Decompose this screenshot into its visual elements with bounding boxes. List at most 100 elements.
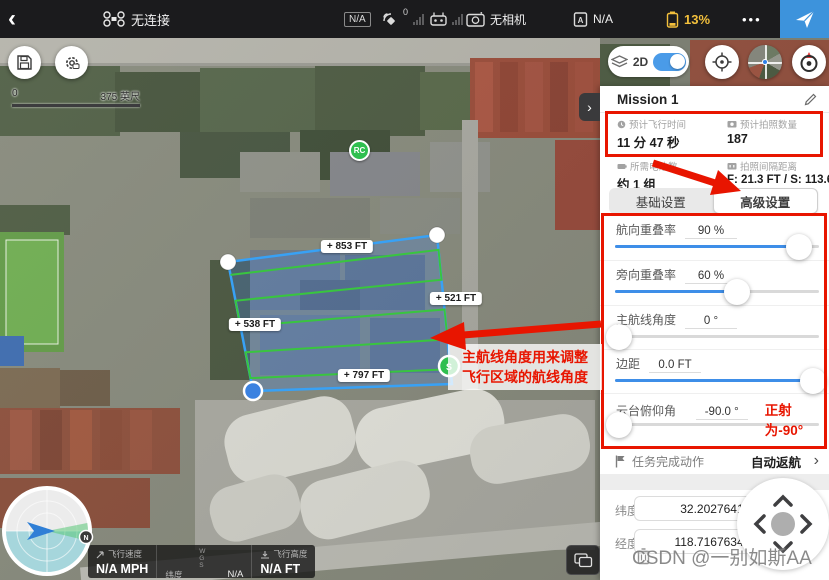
collapse-chevron-icon: › xyxy=(587,99,592,115)
heading-overlap-slider[interactable] xyxy=(615,245,819,248)
save-icon xyxy=(16,54,33,71)
stat-label: 预计拍照数量 xyxy=(740,117,797,131)
locate-button[interactable] xyxy=(705,45,739,79)
mission-panel: › Mission 1 预计飞行时间 11 分 47 秒 预计拍照数量 187 … xyxy=(600,86,829,580)
mission-title: Mission 1 xyxy=(617,92,679,107)
dpad-center-handle[interactable] xyxy=(771,512,795,536)
route-angle-slider[interactable] xyxy=(615,335,819,338)
settings-button[interactable] xyxy=(55,46,88,79)
margin-slider[interactable] xyxy=(615,379,819,382)
edge-length-label: + 797 FT xyxy=(338,369,390,382)
slider-label: 边距 xyxy=(616,355,640,372)
gps-signal-bars xyxy=(413,14,424,25)
telemetry-lat-label: 纬度 xyxy=(165,569,182,580)
map-scale: 0 375 英尺 xyxy=(12,88,140,107)
chevron-right-icon: › xyxy=(814,452,819,470)
battery-count-icon xyxy=(617,162,627,171)
slider-value-field[interactable]: -90.0 ° xyxy=(696,406,748,420)
edge-length-label: + 521 FT xyxy=(430,292,482,305)
map-style-button[interactable] xyxy=(566,545,600,575)
speed-label: 飞行速度 xyxy=(108,548,142,560)
speed-icon xyxy=(96,550,105,559)
back-button[interactable]: ‹ xyxy=(8,0,16,38)
speed-value: N/A MPH xyxy=(96,562,148,576)
slider-thumb[interactable] xyxy=(724,279,750,305)
edge-length-label: + 853 FT xyxy=(321,240,373,253)
dpad-right-icon[interactable] xyxy=(802,516,810,532)
rc-marker-label: RC xyxy=(354,146,366,155)
flag-icon xyxy=(615,455,626,468)
compass-icon xyxy=(797,50,821,74)
minimap-button[interactable] xyxy=(748,45,782,79)
finish-action-value: 自动返航 xyxy=(751,452,801,471)
compass-button[interactable] xyxy=(792,45,826,79)
slider-label: 航向重叠率 xyxy=(616,221,676,238)
battery-percent: 13% xyxy=(684,12,710,27)
side-overlap-slider[interactable] xyxy=(615,290,819,293)
stat-value: 11 分 47 秒 xyxy=(617,132,680,151)
aircraft-connection-status: 无连接 xyxy=(102,0,170,38)
camera-status-indicator: 无相机 xyxy=(466,0,526,38)
stat-label: 拍照间隔距离 xyxy=(740,159,797,173)
minimap-location-dot xyxy=(762,59,768,65)
slider-value-field[interactable]: 0 ° xyxy=(685,315,737,329)
slider-thumb[interactable] xyxy=(786,234,812,260)
rc-signal-bars xyxy=(452,14,463,25)
slider-thumb[interactable] xyxy=(606,412,632,438)
stat-value: 187 xyxy=(727,132,748,146)
scale-bar xyxy=(12,104,140,107)
crosshair-icon xyxy=(712,52,732,72)
satellite-icon xyxy=(382,12,398,27)
edit-mission-button[interactable] xyxy=(804,93,817,111)
gps-coords-section: WGS 纬度N/A 经度N/A xyxy=(156,545,251,578)
slider-label: 旁向重叠率 xyxy=(616,266,676,283)
tab-basic-settings[interactable]: 基础设置 xyxy=(609,188,713,214)
gps-count: 0 xyxy=(403,7,408,17)
pencil-icon xyxy=(804,93,817,106)
telemetry-bar: 飞行速度 N/A MPH WGS 纬度N/A 经度N/A 飞行高度 N/A FT xyxy=(88,545,315,578)
finish-action-row[interactable]: 任务完成动作 自动返航 › xyxy=(600,448,829,474)
flight-mode-indicator: N/A xyxy=(344,0,371,38)
photo-count-icon xyxy=(727,120,737,128)
stat-battery-count: 所需电池数 xyxy=(617,159,678,173)
altitude-icon xyxy=(260,550,270,559)
edge-length-label: + 538 FT xyxy=(229,318,281,331)
map-layers-icon xyxy=(574,553,593,568)
slider-thumb[interactable] xyxy=(800,368,826,394)
start-fly-button[interactable] xyxy=(780,0,829,38)
stat-value: F: 21.3 FT / S: 113.6 FT xyxy=(727,174,829,186)
stat-label: 预计飞行时间 xyxy=(629,117,686,131)
slider-row-gimbal-pitch: 云台俯仰角度 -90.0 ° 正射为-90° xyxy=(600,394,829,442)
map-mode-pill: 2D xyxy=(608,46,689,77)
top-status-bar: ‹ 无连接 N/A 0 xyxy=(0,0,829,38)
camera-status-label: 无相机 xyxy=(490,11,526,28)
slider-value-field[interactable]: 90 % xyxy=(685,225,737,239)
gps-indicator: 0 xyxy=(382,0,424,38)
tab-advanced-settings[interactable]: 高级设置 xyxy=(713,188,819,214)
slider-value-field[interactable]: 0.0 FT xyxy=(649,359,701,373)
telemetry-lat-value: N/A xyxy=(227,569,243,580)
drone-icon xyxy=(102,11,126,27)
stat-photo-interval: 拍照间隔距离 xyxy=(727,159,797,173)
interval-icon xyxy=(727,162,737,170)
slider-thumb[interactable] xyxy=(606,324,632,350)
sensing-value: N/A xyxy=(593,12,613,26)
stat-flight-time: 预计飞行时间 xyxy=(617,117,686,131)
gimbal-pitch-slider[interactable] xyxy=(615,423,819,426)
gear-icon xyxy=(63,54,81,72)
dpad-left-icon[interactable] xyxy=(756,516,764,532)
slider-row-margin: 边距 0.0 FT xyxy=(600,350,829,394)
app-root: S + 853 FT + 521 FT + 538 FT + 797 FT RC… xyxy=(0,0,829,580)
compass-north-badge: N xyxy=(80,531,93,544)
mission-header: Mission 1 xyxy=(600,86,829,113)
dpad-up-icon[interactable] xyxy=(775,497,791,505)
more-menu-button[interactable]: ••• xyxy=(742,0,762,38)
2d-3d-toggle[interactable] xyxy=(653,53,686,71)
ellipsis-icon: ••• xyxy=(742,12,762,27)
altitude-value: N/A FT xyxy=(260,562,307,576)
slider-row-route-angle: 主航线角度 0 ° xyxy=(600,306,829,350)
connection-status-label: 无连接 xyxy=(131,10,170,29)
panel-collapse-tab[interactable]: › xyxy=(579,93,600,121)
scale-zero-label: 0 xyxy=(12,88,18,103)
save-mission-button[interactable] xyxy=(8,46,41,79)
